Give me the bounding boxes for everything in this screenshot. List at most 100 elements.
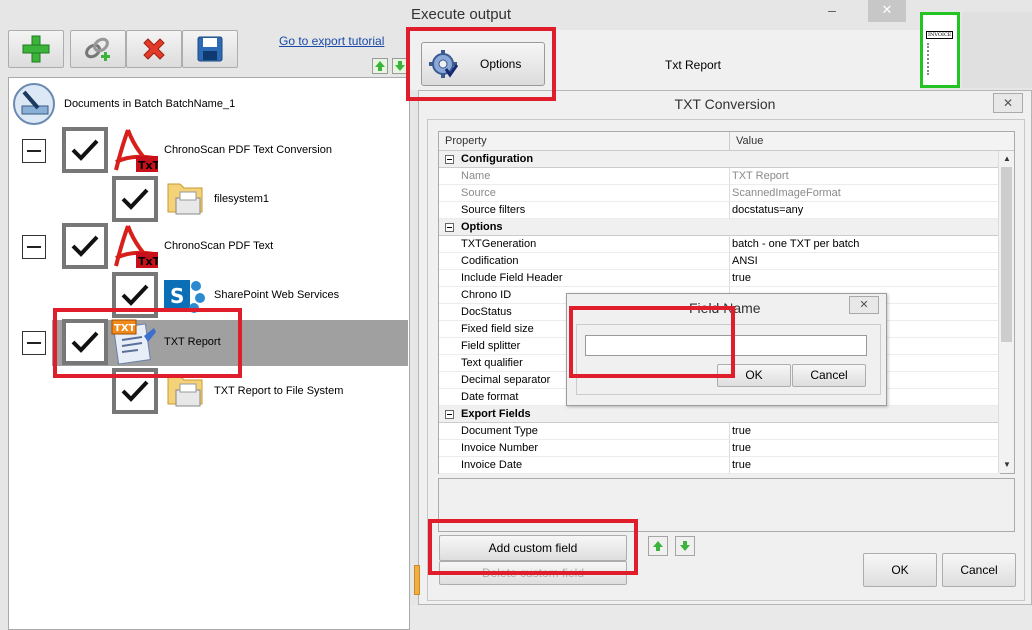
category-label: Options: [461, 221, 503, 233]
scroll-thumb[interactable]: [1001, 167, 1012, 342]
add-output-button[interactable]: [8, 30, 64, 68]
property-name-cell: Invoice Number: [439, 440, 730, 457]
node-label: SharePoint Web Services: [214, 289, 340, 301]
property-name-cell: TXTGeneration: [439, 236, 730, 253]
window-title-bar: Execute output – ✕: [0, 0, 1032, 30]
svg-text:S: S: [170, 284, 184, 308]
window-title: Execute output: [411, 6, 512, 23]
highlight-box-add-custom: [428, 519, 638, 575]
grid-property-row[interactable]: Source ScannedImageFormat: [439, 185, 1000, 202]
collapse-toggle[interactable]: [22, 139, 46, 163]
collapse-toggle[interactable]: [22, 235, 46, 259]
node-label: ChronoScan PDF Text: [164, 240, 274, 252]
tree-node[interactable]: TxT ChronoScan PDF Text Conversion: [62, 126, 332, 174]
thumbnail-lines: [927, 43, 945, 75]
property-value-cell[interactable]: TXT Report: [730, 168, 1000, 185]
bottom-strip: [410, 605, 1032, 630]
pdf-txt-icon: TxT: [114, 129, 158, 172]
scroll-down-icon[interactable]: ▼: [999, 457, 1015, 473]
field-name-cancel-button[interactable]: Cancel: [792, 364, 866, 387]
export-tutorial-link[interactable]: Go to export tutorial: [279, 34, 384, 48]
category-label: Configuration: [461, 153, 534, 165]
checkmark-icon: [71, 139, 99, 161]
red-x-icon: [143, 38, 165, 60]
grid-property-row[interactable]: Source filters docstatus=any: [439, 202, 1000, 219]
grid-property-row[interactable]: Invoice Number true: [439, 440, 1000, 457]
property-value-cell[interactable]: batch - one TXT per batch: [730, 236, 1000, 253]
grid-property-row[interactable]: TXTGeneration batch - one TXT per batch: [439, 236, 1000, 253]
dialog-close-button[interactable]: ✕: [993, 93, 1023, 113]
grid-category-row[interactable]: Export Fields: [439, 406, 1000, 423]
dialog-cancel-button[interactable]: Cancel: [942, 553, 1016, 587]
grid-category-row[interactable]: Options: [439, 219, 1000, 236]
category-collapse-icon[interactable]: [445, 222, 454, 232]
grid-category-row[interactable]: Configuration: [439, 151, 1000, 168]
category-collapse-icon[interactable]: [445, 154, 454, 164]
property-value-cell[interactable]: true: [730, 423, 1000, 440]
node-checkbox[interactable]: [112, 176, 158, 222]
scroll-up-icon[interactable]: ▲: [999, 151, 1015, 167]
category-label: Export Fields: [461, 408, 531, 420]
floppy-disk-icon: [197, 36, 223, 62]
property-name-cell: Include Field Header: [439, 270, 730, 287]
grid-property-row[interactable]: Document Type true: [439, 423, 1000, 440]
node-checkbox[interactable]: [62, 223, 108, 269]
grid-property-row[interactable]: Include Field Header true: [439, 270, 1000, 287]
collapse-toggle[interactable]: [22, 331, 46, 355]
highlight-box-txt-report: [53, 308, 242, 378]
property-value-cell[interactable]: ScannedImageFormat: [730, 185, 1000, 202]
property-name-cell: Invoice Date: [439, 457, 730, 474]
document-thumbnail[interactable]: INVOICE: [920, 12, 960, 88]
dialog-ok-button[interactable]: OK: [863, 553, 937, 587]
property-name-cell: Document Type: [439, 423, 730, 440]
minimize-button[interactable]: –: [813, 0, 851, 22]
arrow-up-icon: [653, 541, 663, 551]
save-button[interactable]: [182, 30, 238, 68]
checkmark-icon: [121, 380, 149, 402]
property-value-cell[interactable]: true: [730, 457, 1000, 474]
grid-scrollbar[interactable]: ▲ ▼: [998, 151, 1014, 473]
category-collapse-icon[interactable]: [445, 409, 454, 419]
thumbnail-strip: [962, 12, 1032, 88]
chain-link-icon: [85, 37, 110, 61]
background-window-edge: [414, 565, 420, 595]
tree-node[interactable]: TxT ChronoScan PDF Text: [62, 222, 273, 270]
category-cell: Configuration: [439, 151, 1000, 168]
field-move-down-button[interactable]: [675, 536, 695, 556]
property-value-cell[interactable]: ANSI: [730, 253, 1000, 270]
property-name-cell: Codification: [439, 253, 730, 270]
grid-property-row[interactable]: Invoice Date true: [439, 457, 1000, 474]
column-header-property[interactable]: Property: [439, 132, 730, 150]
checkmark-icon: [121, 284, 149, 306]
category-cell: Options: [439, 219, 1000, 236]
tree-root-label: Documents in Batch BatchName_1: [64, 98, 236, 110]
close-window-button[interactable]: ✕: [868, 0, 906, 22]
node-checkbox[interactable]: [62, 127, 108, 173]
highlight-box-options: [406, 27, 556, 101]
grid-property-row[interactable]: Codification ANSI: [439, 253, 1000, 270]
arrow-down-icon: [395, 61, 405, 71]
arrow-up-icon: [375, 61, 385, 71]
node-label: filesystem1: [214, 193, 270, 205]
checkmark-icon: [121, 188, 149, 210]
delete-output-button[interactable]: [126, 30, 182, 68]
pdf-txt-icon: TxT: [114, 225, 158, 268]
link-output-button[interactable]: [70, 30, 126, 68]
svg-text:TxT: TxT: [138, 255, 158, 268]
field-move-up-button[interactable]: [648, 536, 668, 556]
field-name-close-button[interactable]: ✕: [849, 296, 879, 314]
svg-text:TxT: TxT: [138, 159, 158, 172]
category-cell: Export Fields: [439, 406, 1000, 423]
highlight-box-field-name: [569, 306, 735, 378]
grid-property-row[interactable]: Name TXT Report: [439, 168, 1000, 185]
column-header-value[interactable]: Value: [730, 132, 763, 150]
tree-root[interactable]: Documents in Batch BatchName_1: [12, 82, 235, 126]
tree-node[interactable]: filesystem1: [112, 176, 269, 222]
plus-icon: [22, 35, 50, 63]
batch-scanner-icon: [13, 83, 55, 125]
property-value-cell[interactable]: docstatus=any: [730, 202, 1000, 219]
property-value-cell[interactable]: true: [730, 440, 1000, 457]
move-up-button[interactable]: [372, 58, 388, 74]
property-value-cell[interactable]: true: [730, 270, 1000, 287]
thumbnail-invoice-text: INVOICE: [926, 31, 954, 39]
